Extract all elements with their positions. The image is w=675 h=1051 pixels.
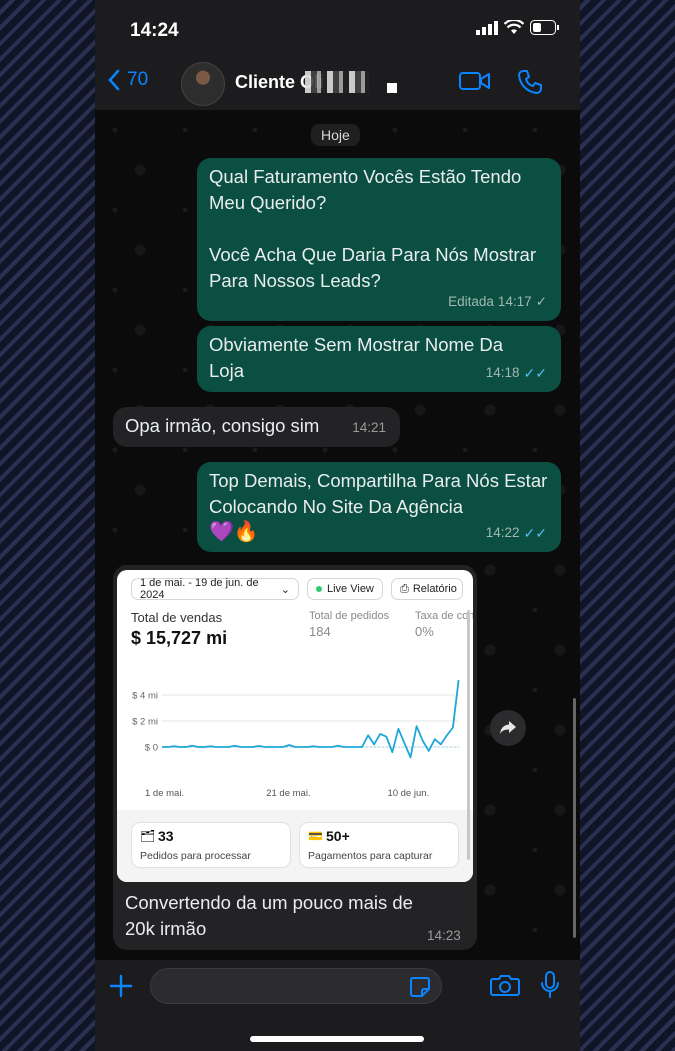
total-orders-label: Total de pedidos: [309, 610, 390, 622]
video-call-icon[interactable]: [459, 69, 491, 93]
battery-icon: [530, 20, 559, 35]
message-bubble[interactable]: Opa irmão, consigo sim 14:21: [113, 407, 400, 447]
live-dot-icon: [316, 586, 322, 592]
total-sales-label: Total de vendas: [131, 610, 223, 625]
message-bubble[interactable]: Obviamente Sem Mostrar Nome Da Loja 14:1…: [197, 326, 561, 392]
report-button: ⎙ Relatório: [391, 578, 463, 600]
message-bubble[interactable]: Qual Faturamento Vocês Estão Tendo Meu Q…: [197, 158, 561, 321]
message-meta: 14:18 ✓✓: [486, 360, 547, 386]
message-text: Top Demais, Compartilha Para Nós Estar C…: [209, 470, 548, 517]
y-tick-label: $ 0: [145, 743, 158, 754]
chat-scrollbar[interactable]: [573, 698, 576, 938]
total-orders-value: 184: [309, 624, 331, 639]
wifi-icon: [504, 20, 524, 34]
message-time: 14:17: [497, 294, 532, 309]
forward-icon: [500, 721, 516, 734]
message-meta: 14:22 ✓✓: [486, 520, 547, 546]
report-text: Relatório: [412, 583, 457, 595]
message-bubble[interactable]: Top Demais, Compartilha Para Nós Estar C…: [197, 462, 561, 552]
status-bar: 14:24: [95, 0, 580, 55]
orders-to-process-label: Pedidos para processar: [140, 850, 251, 862]
message-composer: [95, 960, 580, 1051]
back-button[interactable]: 70: [107, 69, 148, 91]
unread-count: 70: [127, 69, 149, 90]
message-time: 14:23: [427, 928, 461, 943]
x-tick-label: 1 de mai.: [145, 788, 184, 799]
inbox-icon: 🗂: [140, 829, 156, 843]
status-time: 14:24: [130, 20, 179, 41]
message-time: 14:21: [352, 420, 386, 435]
single-check-icon: ✓: [535, 294, 547, 309]
report-icon: ⎙: [400, 582, 409, 595]
payments-to-capture-label: Pagamentos para capturar: [308, 850, 433, 862]
signal-icon: [476, 20, 498, 35]
payments-to-capture-card: 💳 50+ Pagamentos para capturar: [299, 822, 459, 868]
edited-label: Editada: [448, 294, 494, 309]
avatar[interactable]: [181, 62, 225, 106]
redacted-dot: [387, 83, 397, 93]
conversion-label: Taxa de con: [415, 610, 473, 622]
x-tick-label: 21 de mai.: [266, 788, 310, 799]
message-time: 14:22: [485, 525, 520, 540]
chevron-down-icon: ⌄: [280, 583, 290, 596]
chat-area[interactable]: Hoje Qual Faturamento Vocês Estão Tendo …: [95, 110, 580, 960]
double-check-icon: ✓✓: [523, 525, 547, 541]
message-meta: 14:21: [352, 415, 386, 441]
image-caption: Convertendo da um pouco mais de 20k irmã…: [125, 892, 413, 939]
plus-icon[interactable]: [109, 974, 133, 998]
camera-icon[interactable]: [490, 973, 520, 997]
date-range-select: 1 de mai. - 19 de jun. de 2024 ⌄: [131, 577, 299, 601]
redacted-block: [305, 71, 369, 93]
chevron-left-icon: [108, 69, 120, 91]
payment-icon: 💳: [308, 829, 323, 843]
live-view-button: Live View: [307, 578, 383, 600]
message-time: 14:18: [485, 365, 520, 380]
sales-line-chart: $ 4 mi $ 2 mi $ 0 1 de mai. 21 de mai. 10 de …: [132, 680, 460, 799]
live-view-text: Live View: [327, 583, 374, 595]
status-icons: [476, 20, 560, 35]
message-meta: Editada 14:17 ✓: [448, 289, 547, 315]
payments-to-capture-value: 50+: [326, 828, 350, 844]
shared-screenshot[interactable]: 1 de mai. - 19 de jun. de 2024 ⌄ Live Vi…: [117, 570, 473, 882]
home-indicator: [250, 1036, 424, 1042]
y-tick-label: $ 4 mi: [132, 691, 158, 702]
day-separator: Hoje: [311, 124, 360, 146]
message-input[interactable]: [150, 968, 442, 1004]
phone-call-icon[interactable]: [517, 69, 543, 95]
message-text: Obviamente Sem Mostrar Nome Da Loja: [209, 334, 504, 381]
x-tick-label: 10 de jun.: [387, 788, 429, 799]
emoji-text: 💜🔥: [209, 521, 259, 543]
chat-header: 70 Cliente Oli: [95, 55, 580, 110]
y-tick-label: $ 2 mi: [132, 717, 158, 728]
sticker-icon[interactable]: [409, 976, 431, 998]
orders-to-process-value: 33: [158, 828, 174, 844]
message-text: Qual Faturamento Vocês Estão Tendo Meu Q…: [209, 166, 536, 291]
microphone-icon[interactable]: [540, 971, 560, 999]
total-sales-value: $ 15,727 mi: [131, 628, 228, 648]
card-scrollbar: [467, 610, 470, 860]
double-check-icon: ✓✓: [523, 365, 547, 381]
message-text: Opa irmão, consigo sim: [125, 415, 320, 436]
phone-screen: 14:24 70 Cliente Oli Hoje Qual Faturamen…: [95, 0, 580, 1051]
series-line: [162, 680, 460, 759]
forward-button[interactable]: [490, 710, 526, 746]
orders-to-process-card: 🗂 33 Pedidos para processar: [131, 822, 291, 868]
date-range-text: 1 de mai. - 19 de jun. de 2024: [140, 577, 259, 601]
conversion-value: 0%: [415, 624, 434, 639]
